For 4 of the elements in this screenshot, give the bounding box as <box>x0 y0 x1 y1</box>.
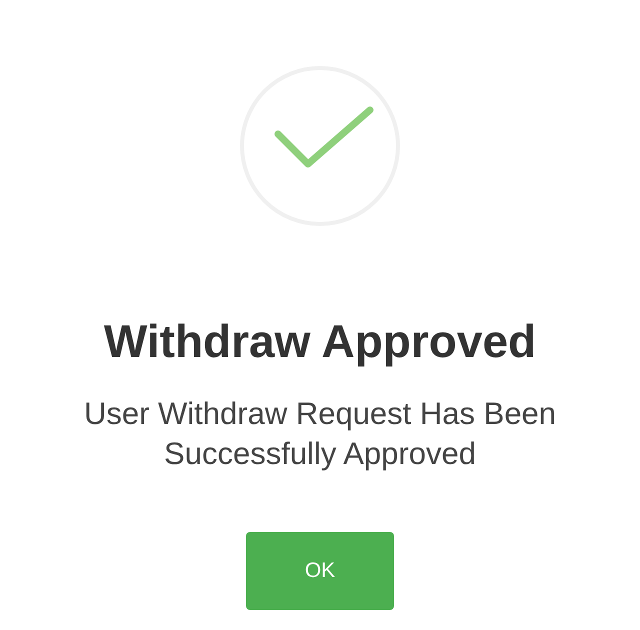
dialog-title: Withdraw Approved <box>104 314 536 368</box>
ok-button[interactable]: OK <box>246 532 394 610</box>
dialog-message: User Withdraw Request Has Been Successfully Approved <box>82 395 558 473</box>
success-check-icon <box>240 66 400 226</box>
